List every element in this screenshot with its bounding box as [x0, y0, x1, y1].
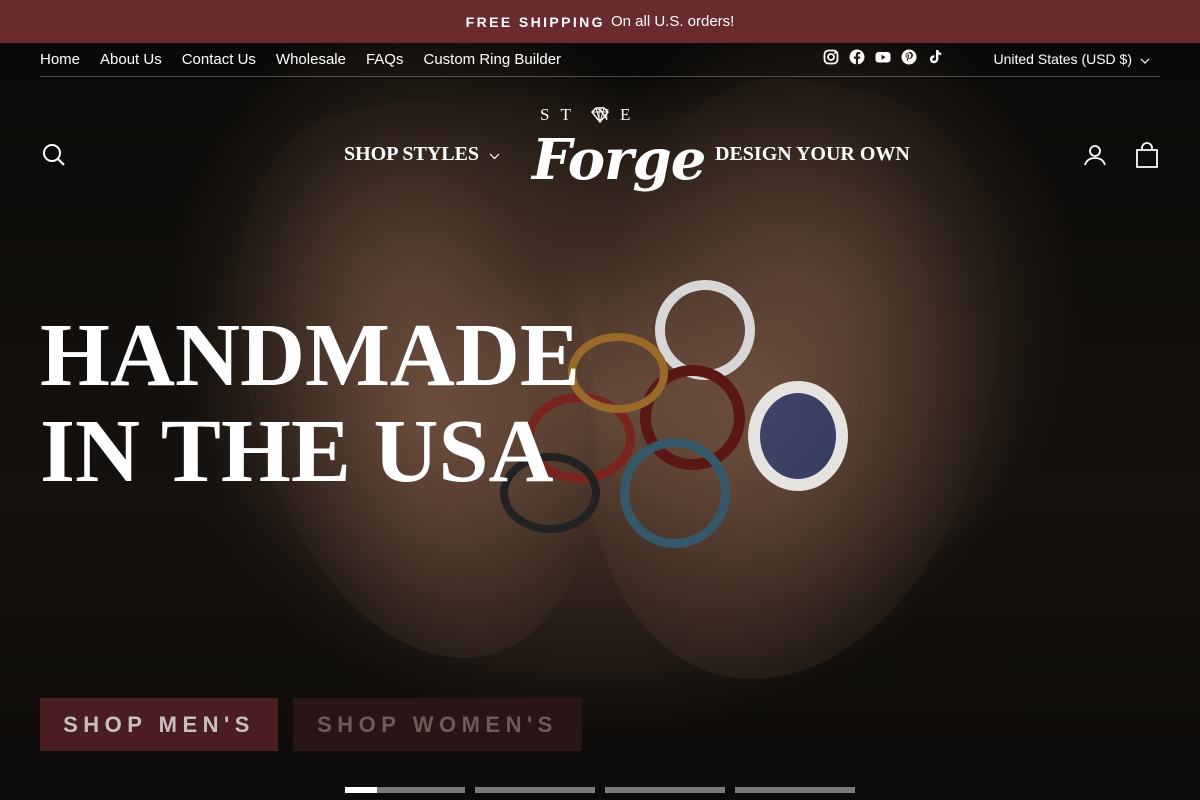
hero-headline-line2: IN THE USA: [40, 402, 554, 501]
shop-womens-button[interactable]: SHOP WOMEN'S: [293, 698, 582, 751]
main-header: SHOP STYLES ST NE Forge DESIGN YOUR OWN: [0, 100, 1200, 210]
announcement-bar: FREE SHIPPING On all U.S. orders!: [0, 0, 1200, 43]
currency-selector[interactable]: United States (USD $): [994, 51, 1151, 67]
ring-image: [620, 438, 730, 548]
nav-contact-us[interactable]: Contact Us: [182, 51, 256, 68]
slide-indicator[interactable]: [345, 787, 465, 793]
chevron-down-icon: [1140, 51, 1150, 67]
nav-about-us[interactable]: About Us: [100, 51, 162, 68]
shop-styles-label: SHOP STYLES: [344, 143, 480, 165]
social-links: [823, 49, 943, 65]
ring-image: [655, 280, 755, 380]
nav-wholesale[interactable]: Wholesale: [276, 51, 346, 68]
stone-forge-logo[interactable]: ST NE Forge: [528, 105, 706, 205]
ring-image: [568, 333, 668, 413]
tiktok-icon[interactable]: [927, 49, 943, 65]
currency-label: United States (USD $): [993, 51, 1133, 67]
design-your-own-link[interactable]: DESIGN YOUR OWN: [715, 143, 910, 166]
slideshow-pagination: [345, 787, 855, 793]
slide-indicator[interactable]: [735, 787, 855, 793]
slide-indicator[interactable]: [475, 787, 595, 793]
announcement-bold: FREE SHIPPING: [465, 13, 605, 30]
hero-headline-line1: HANDMADE: [40, 306, 580, 405]
ring-image: [748, 381, 848, 491]
youtube-icon[interactable]: [875, 49, 891, 65]
nav-faqs[interactable]: FAQs: [366, 51, 404, 68]
facebook-icon[interactable]: [849, 49, 865, 65]
slide-indicator[interactable]: [605, 787, 725, 793]
announcement-text: On all U.S. orders!: [610, 13, 735, 30]
instagram-icon[interactable]: [823, 49, 839, 65]
diamond-icon: [590, 107, 610, 128]
pinterest-icon[interactable]: [901, 49, 917, 65]
hero-headline: HANDMADE IN THE USA: [40, 308, 580, 500]
nav-home[interactable]: Home: [40, 51, 80, 68]
cart-icon[interactable]: [1135, 142, 1159, 173]
utility-nav: Home About Us Contact Us Wholesale FAQs …: [40, 43, 1160, 77]
chevron-down-icon: [489, 143, 500, 166]
shop-mens-button[interactable]: SHOP MEN'S: [40, 698, 278, 751]
logo-wordmark-script: Forge: [532, 127, 706, 193]
shop-styles-menu[interactable]: SHOP STYLES: [344, 143, 500, 166]
nav-custom-ring-builder[interactable]: Custom Ring Builder: [423, 51, 561, 68]
search-icon[interactable]: [42, 143, 66, 172]
utility-links: Home About Us Contact Us Wholesale FAQs …: [40, 51, 561, 68]
account-icon[interactable]: [1084, 144, 1106, 171]
